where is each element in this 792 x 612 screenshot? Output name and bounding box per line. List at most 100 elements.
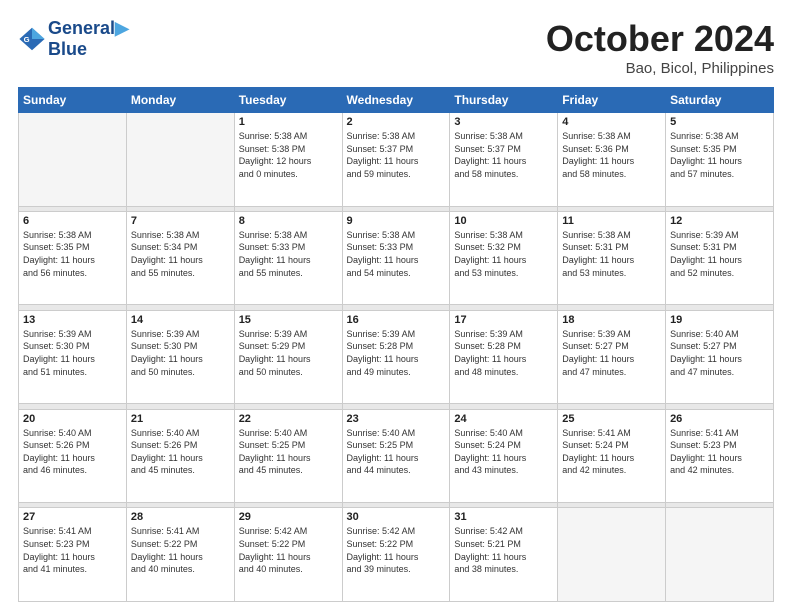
svg-text:G: G <box>24 34 30 43</box>
day-info: Sunrise: 5:38 AM Sunset: 5:31 PM Dayligh… <box>562 229 661 279</box>
table-row: 29Sunrise: 5:42 AM Sunset: 5:22 PM Dayli… <box>234 508 342 602</box>
day-info: Sunrise: 5:39 AM Sunset: 5:27 PM Dayligh… <box>562 328 661 378</box>
day-info: Sunrise: 5:38 AM Sunset: 5:37 PM Dayligh… <box>347 130 446 180</box>
day-number: 22 <box>239 413 338 425</box>
day-number: 5 <box>670 116 769 128</box>
table-row: 8 Sunrise: 5:38 AM Sunset: 5:33 PM Daylig… <box>234 211 342 305</box>
th-tuesday: Tuesday <box>234 88 342 113</box>
table-row: 21 Sunrise: 5:40 AM Sunset: 5:26 PM Dayli… <box>126 409 234 503</box>
calendar-subtitle: Bao, Bicol, Philippines <box>546 60 774 77</box>
table-row: 14 Sunrise: 5:39 AM Sunset: 5:30 PM Dayli… <box>126 310 234 404</box>
calendar-week-row: 1 Sunrise: 5:38 AM Sunset: 5:38 PM Daylig… <box>19 113 774 207</box>
day-number: 27 <box>23 511 122 523</box>
header: G General▶ Blue October 2024 Bao, Bicol,… <box>18 18 774 77</box>
day-number: 12 <box>670 215 769 227</box>
table-row: 16 Sunrise: 5:39 AM Sunset: 5:28 PM Dayli… <box>342 310 450 404</box>
table-row: 4 Sunrise: 5:38 AM Sunset: 5:36 PM Daylig… <box>558 113 666 207</box>
table-row: 15 Sunrise: 5:39 AM Sunset: 5:29 PM Dayli… <box>234 310 342 404</box>
day-info: Sunrise: 5:41 AM Sunset: 5:23 PM Dayligh… <box>23 525 122 575</box>
table-row <box>19 113 127 207</box>
day-number: 6 <box>23 215 122 227</box>
table-row: 22 Sunrise: 5:40 AM Sunset: 5:25 PM Dayli… <box>234 409 342 503</box>
day-number: 21 <box>131 413 230 425</box>
th-monday: Monday <box>126 88 234 113</box>
table-row: 7Sunrise: 5:38 AM Sunset: 5:34 PM Daylig… <box>126 211 234 305</box>
page: G General▶ Blue October 2024 Bao, Bicol,… <box>0 0 792 612</box>
day-info: Sunrise: 5:40 AM Sunset: 5:26 PM Dayligh… <box>131 427 230 477</box>
table-row: 20 Sunrise: 5:40 AM Sunset: 5:26 PM Dayli… <box>19 409 127 503</box>
day-number: 4 <box>562 116 661 128</box>
day-info: Sunrise: 5:39 AM Sunset: 5:30 PM Dayligh… <box>131 328 230 378</box>
day-info: Sunrise: 5:40 AM Sunset: 5:24 PM Dayligh… <box>454 427 553 477</box>
day-number: 10 <box>454 215 553 227</box>
day-number: 16 <box>347 314 446 326</box>
day-number: 14 <box>131 314 230 326</box>
table-row <box>558 508 666 602</box>
day-info: Sunrise: 5:40 AM Sunset: 5:25 PM Dayligh… <box>239 427 338 477</box>
calendar-week-row: 13 Sunrise: 5:39 AM Sunset: 5:30 PM Dayli… <box>19 310 774 404</box>
table-row: 23 Sunrise: 5:40 AM Sunset: 5:25 PM Dayli… <box>342 409 450 503</box>
day-info: Sunrise: 5:38 AM Sunset: 5:35 PM Dayligh… <box>23 229 122 279</box>
table-row: 25Sunrise: 5:41 AM Sunset: 5:24 PM Dayli… <box>558 409 666 503</box>
table-row: 10Sunrise: 5:38 AM Sunset: 5:32 PM Dayli… <box>450 211 558 305</box>
day-number: 1 <box>239 116 338 128</box>
day-number: 15 <box>239 314 338 326</box>
day-info: Sunrise: 5:38 AM Sunset: 5:35 PM Dayligh… <box>670 130 769 180</box>
day-info: Sunrise: 5:40 AM Sunset: 5:26 PM Dayligh… <box>23 427 122 477</box>
table-row: 26Sunrise: 5:41 AM Sunset: 5:23 PM Dayli… <box>666 409 774 503</box>
day-info: Sunrise: 5:40 AM Sunset: 5:25 PM Dayligh… <box>347 427 446 477</box>
day-number: 18 <box>562 314 661 326</box>
day-number: 20 <box>23 413 122 425</box>
th-friday: Friday <box>558 88 666 113</box>
calendar-week-row: 27 Sunrise: 5:41 AM Sunset: 5:23 PM Dayli… <box>19 508 774 602</box>
logo-icon: G <box>18 25 46 53</box>
day-number: 9 <box>347 215 446 227</box>
day-number: 23 <box>347 413 446 425</box>
th-thursday: Thursday <box>450 88 558 113</box>
day-number: 19 <box>670 314 769 326</box>
table-row: 9Sunrise: 5:38 AM Sunset: 5:33 PM Daylig… <box>342 211 450 305</box>
day-number: 30 <box>347 511 446 523</box>
day-info: Sunrise: 5:41 AM Sunset: 5:22 PM Dayligh… <box>131 525 230 575</box>
table-row: 18 Sunrise: 5:39 AM Sunset: 5:27 PM Dayli… <box>558 310 666 404</box>
th-wednesday: Wednesday <box>342 88 450 113</box>
table-row: 17Sunrise: 5:39 AM Sunset: 5:28 PM Dayli… <box>450 310 558 404</box>
day-info: Sunrise: 5:39 AM Sunset: 5:28 PM Dayligh… <box>347 328 446 378</box>
day-number: 13 <box>23 314 122 326</box>
day-info: Sunrise: 5:40 AM Sunset: 5:27 PM Dayligh… <box>670 328 769 378</box>
day-info: Sunrise: 5:41 AM Sunset: 5:23 PM Dayligh… <box>670 427 769 477</box>
day-number: 3 <box>454 116 553 128</box>
table-row: 3Sunrise: 5:38 AM Sunset: 5:37 PM Daylig… <box>450 113 558 207</box>
table-row: 27 Sunrise: 5:41 AM Sunset: 5:23 PM Dayli… <box>19 508 127 602</box>
table-row: 2 Sunrise: 5:38 AM Sunset: 5:37 PM Daylig… <box>342 113 450 207</box>
calendar-title: October 2024 <box>546 18 774 60</box>
day-info: Sunrise: 5:39 AM Sunset: 5:31 PM Dayligh… <box>670 229 769 279</box>
day-number: 8 <box>239 215 338 227</box>
day-info: Sunrise: 5:39 AM Sunset: 5:29 PM Dayligh… <box>239 328 338 378</box>
day-info: Sunrise: 5:39 AM Sunset: 5:28 PM Dayligh… <box>454 328 553 378</box>
calendar-week-row: 6 Sunrise: 5:38 AM Sunset: 5:35 PM Daylig… <box>19 211 774 305</box>
table-row: 6 Sunrise: 5:38 AM Sunset: 5:35 PM Daylig… <box>19 211 127 305</box>
day-info: Sunrise: 5:41 AM Sunset: 5:24 PM Dayligh… <box>562 427 661 477</box>
day-info: Sunrise: 5:39 AM Sunset: 5:30 PM Dayligh… <box>23 328 122 378</box>
table-row: 31Sunrise: 5:42 AM Sunset: 5:21 PM Dayli… <box>450 508 558 602</box>
weekday-header-row: Sunday Monday Tuesday Wednesday Thursday… <box>19 88 774 113</box>
day-number: 29 <box>239 511 338 523</box>
table-row: 24 Sunrise: 5:40 AM Sunset: 5:24 PM Dayli… <box>450 409 558 503</box>
day-info: Sunrise: 5:38 AM Sunset: 5:33 PM Dayligh… <box>239 229 338 279</box>
table-row: 1 Sunrise: 5:38 AM Sunset: 5:38 PM Daylig… <box>234 113 342 207</box>
day-info: Sunrise: 5:38 AM Sunset: 5:36 PM Dayligh… <box>562 130 661 180</box>
day-number: 2 <box>347 116 446 128</box>
table-row: 11 Sunrise: 5:38 AM Sunset: 5:31 PM Dayli… <box>558 211 666 305</box>
day-number: 7 <box>131 215 230 227</box>
calendar-week-row: 20 Sunrise: 5:40 AM Sunset: 5:26 PM Dayli… <box>19 409 774 503</box>
day-info: Sunrise: 5:38 AM Sunset: 5:38 PM Dayligh… <box>239 130 338 180</box>
table-row <box>126 113 234 207</box>
day-number: 28 <box>131 511 230 523</box>
day-number: 24 <box>454 413 553 425</box>
day-number: 11 <box>562 215 661 227</box>
table-row: 28 Sunrise: 5:41 AM Sunset: 5:22 PM Dayli… <box>126 508 234 602</box>
day-info: Sunrise: 5:42 AM Sunset: 5:22 PM Dayligh… <box>347 525 446 575</box>
th-saturday: Saturday <box>666 88 774 113</box>
table-row <box>666 508 774 602</box>
